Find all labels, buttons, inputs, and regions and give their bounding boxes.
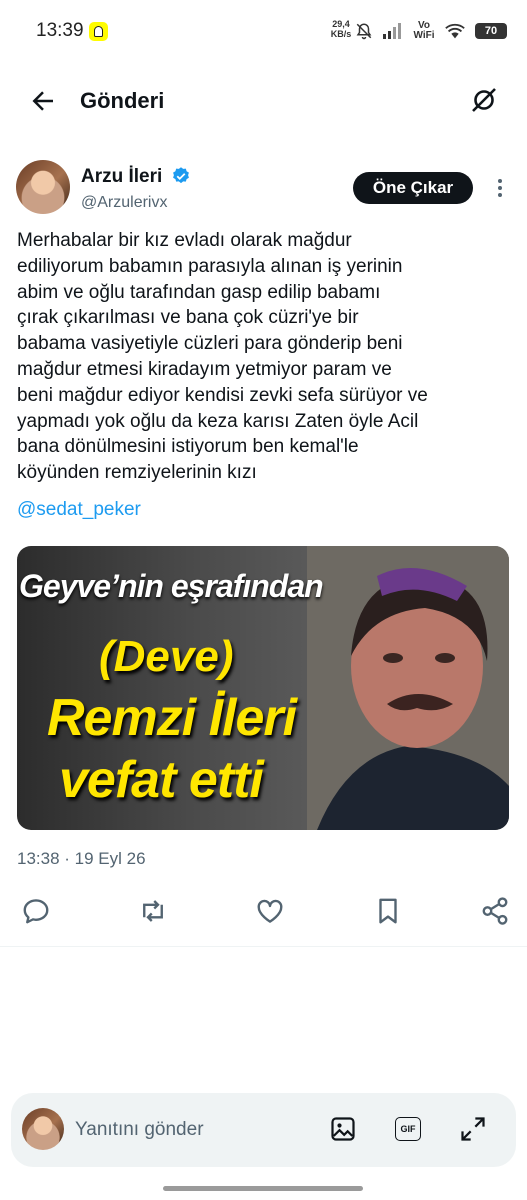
mention-link[interactable]: @sedat_peker <box>17 499 141 521</box>
tweet-media-image[interactable]: Geyve’nin eşrafından (Deve) Remzi İleri … <box>17 546 509 830</box>
tweet-timestamp[interactable]: 13:38 · 19 Eyl 26 <box>17 849 146 869</box>
media-caption-line4: vefat etti <box>59 751 264 809</box>
bell-off-icon <box>356 23 372 40</box>
portrait-photo <box>307 546 509 830</box>
back-arrow-icon[interactable] <box>28 86 58 116</box>
media-caption-line1: Geyve’nin eşrafından <box>19 568 324 604</box>
wifi-icon <box>445 23 465 39</box>
tweet-actions <box>0 896 527 928</box>
divider <box>0 946 527 947</box>
reply-composer: GIF <box>11 1093 516 1167</box>
media-caption-line2: (Deve) <box>99 632 234 681</box>
status-bar: 13:39 29,4 KB/s Vo WiFi 70 <box>0 0 527 62</box>
battery-icon: 70 <box>475 23 507 39</box>
tweet-text: Merhabalar bir kız evladı olarak mağdur … <box>17 230 428 484</box>
expand-icon[interactable] <box>459 1115 487 1143</box>
reply-icon[interactable] <box>21 896 51 926</box>
verified-badge-icon <box>173 167 189 184</box>
status-icons: Vo WiFi 70 <box>355 18 507 44</box>
gesture-bar <box>163 1186 363 1191</box>
reply-input[interactable] <box>75 1116 315 1144</box>
author-name[interactable]: Arzu İleri <box>81 166 162 188</box>
page-title: Gönderi <box>80 88 165 113</box>
media-caption-line3: Remzi İleri <box>47 689 297 747</box>
retweet-icon[interactable] <box>138 896 168 926</box>
highlight-button[interactable]: Öne Çıkar <box>353 172 473 204</box>
share-icon[interactable] <box>480 896 510 926</box>
more-options-icon[interactable] <box>494 177 506 199</box>
snapchat-icon <box>89 22 108 41</box>
top-header: Gönderi <box>0 72 527 132</box>
status-time: 13:39 <box>36 20 84 41</box>
like-icon[interactable] <box>255 896 285 926</box>
author-handle[interactable]: @Arzulerivx <box>81 194 167 212</box>
network-speed: 29,4 KB/s <box>330 19 352 39</box>
gif-icon[interactable]: GIF <box>395 1117 421 1141</box>
image-icon[interactable] <box>329 1115 357 1143</box>
vowifi-indicator: Vo WiFi <box>413 20 435 41</box>
author-avatar[interactable] <box>16 160 70 214</box>
signal-icon <box>383 23 401 39</box>
bookmark-icon[interactable] <box>373 896 403 926</box>
grok-icon[interactable] <box>469 85 499 115</box>
user-avatar <box>22 1108 64 1150</box>
